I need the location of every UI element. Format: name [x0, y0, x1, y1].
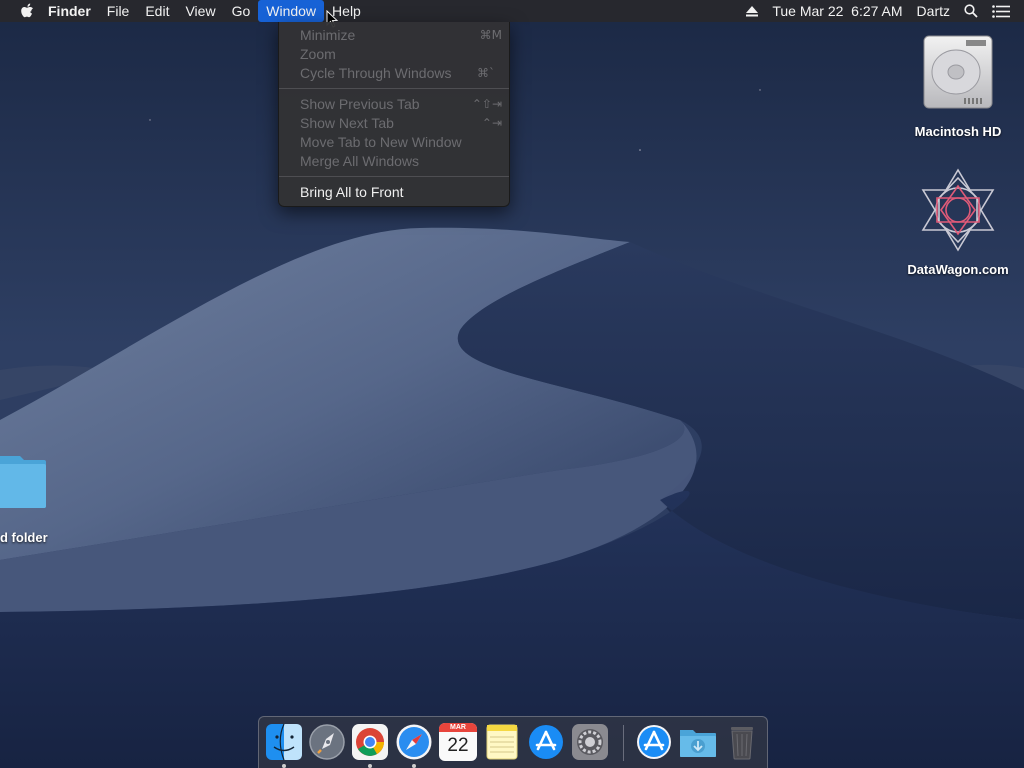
safari-icon[interactable]: [395, 723, 433, 761]
menu-item-minimize[interactable]: Minimize ⌘M: [279, 26, 509, 45]
menu-item-cycle-windows[interactable]: Cycle Through Windows ⌘`: [279, 64, 509, 83]
menu-separator: [279, 88, 509, 89]
finder-icon[interactable]: [265, 723, 303, 761]
app-store-icon[interactable]: [527, 723, 565, 761]
menu-item-shortcut: ⌘M: [479, 28, 502, 42]
menu-item-label: Show Previous Tab: [300, 96, 420, 112]
menu-go[interactable]: Go: [224, 0, 259, 22]
desktop-icon-label: Macintosh HD: [914, 124, 1002, 139]
running-indicator: [282, 764, 286, 768]
menu-item-label: Cycle Through Windows: [300, 65, 452, 81]
dock-divider: [623, 725, 624, 761]
window-menu-dropdown: Minimize ⌘M Zoom Cycle Through Windows ⌘…: [278, 22, 510, 207]
menu-item-label: Show Next Tab: [300, 115, 394, 131]
running-indicator: [412, 764, 416, 768]
desktop-icon-folder[interactable]: d folder: [0, 452, 60, 545]
calendar-day: 22: [447, 735, 469, 756]
menu-edit[interactable]: Edit: [137, 0, 177, 22]
menu-item-label: Minimize: [300, 27, 356, 43]
datawagon-logo-icon: [921, 168, 995, 252]
menu-user[interactable]: Dartz: [910, 0, 957, 22]
launchpad-icon[interactable]: [308, 723, 346, 761]
menu-item-zoom[interactable]: Zoom: [279, 45, 509, 64]
running-indicator: [368, 764, 372, 768]
menu-item-label: Bring All to Front: [300, 184, 404, 200]
apple-logo-icon[interactable]: [20, 3, 34, 19]
menu-item-merge-windows[interactable]: Merge All Windows: [279, 152, 509, 171]
menu-item-show-next-tab[interactable]: Show Next Tab ⌃⇥: [279, 114, 509, 133]
chrome-icon[interactable]: [351, 723, 389, 761]
hard-drive-icon: [923, 35, 993, 109]
menu-clock[interactable]: Tue Mar 22 6:27 AM: [765, 0, 909, 22]
eject-icon[interactable]: [739, 0, 765, 22]
menu-item-shortcut: ⌘`: [477, 66, 495, 80]
app-store-stack-icon[interactable]: [635, 723, 673, 761]
downloads-folder-icon[interactable]: [679, 723, 717, 761]
desktop: Finder File Edit View Go Window Help Tue…: [0, 0, 1024, 768]
menu-item-bring-all-to-front[interactable]: Bring All to Front: [279, 183, 509, 202]
folder-icon: [0, 456, 46, 508]
menu-item-show-previous-tab[interactable]: Show Previous Tab ⌃⇧⇥: [279, 95, 509, 114]
desktop-icon-datawagon[interactable]: DataWagon.com: [900, 168, 1016, 277]
dock: MAR 22: [258, 716, 768, 768]
menu-item-label: Move Tab to New Window: [300, 134, 462, 150]
menu-item-label: Zoom: [300, 46, 336, 62]
system-preferences-icon[interactable]: [571, 723, 609, 761]
spotlight-search-icon[interactable]: [957, 0, 985, 22]
menu-item-shortcut: ⌃⇧⇥: [471, 97, 502, 111]
menu-item-move-tab[interactable]: Move Tab to New Window: [279, 133, 509, 152]
wallpaper-dunes: [0, 0, 1024, 768]
menu-item-shortcut: ⌃⇥: [481, 116, 502, 130]
trash-icon[interactable]: [723, 723, 761, 761]
desktop-icon-label: DataWagon.com: [907, 262, 1009, 277]
menu-finder[interactable]: Finder: [40, 0, 99, 22]
menu-bar: Finder File Edit View Go Window Help Tue…: [0, 0, 1024, 22]
menu-file[interactable]: File: [99, 0, 138, 22]
desktop-icon-macintosh-hd[interactable]: Macintosh HD: [900, 30, 1016, 139]
notification-center-icon[interactable]: [985, 0, 1024, 22]
calendar-icon[interactable]: MAR 22: [439, 723, 477, 761]
menu-bar-extras: Tue Mar 22 6:27 AM Dartz: [739, 0, 1024, 22]
menu-window[interactable]: Window: [258, 0, 325, 22]
calendar-month: MAR: [439, 723, 477, 732]
menu-separator: [279, 176, 509, 177]
notes-icon[interactable]: [483, 723, 521, 761]
menu-item-label: Merge All Windows: [300, 153, 420, 169]
desktop-icon-label: d folder: [0, 530, 48, 545]
menu-view[interactable]: View: [177, 0, 223, 22]
